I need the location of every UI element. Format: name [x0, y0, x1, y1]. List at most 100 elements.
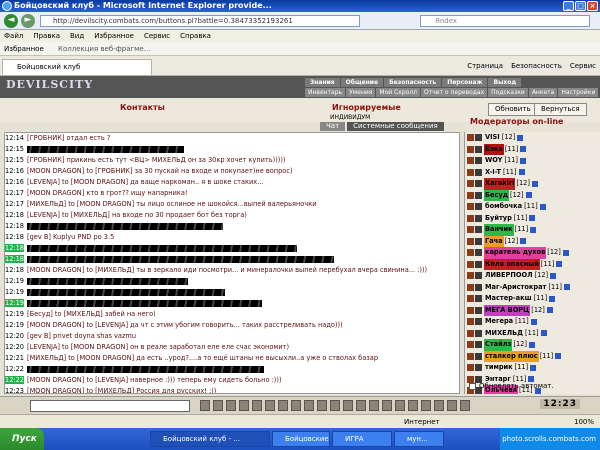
- user-name[interactable]: сталкер плюс: [484, 350, 539, 362]
- user-name[interactable]: Коля опасный: [484, 258, 540, 270]
- tool-icon[interactable]: [356, 400, 366, 411]
- info-icon[interactable]: [550, 272, 557, 279]
- back-button[interactable]: Вернуться: [534, 103, 587, 116]
- user-name[interactable]: Xarakiri: [484, 178, 516, 190]
- info-icon[interactable]: [546, 307, 553, 314]
- tools-menu[interactable]: Сервис: [570, 60, 596, 72]
- info-icon[interactable]: [530, 318, 537, 325]
- online-user[interactable]: Буйтур [11]: [465, 213, 600, 225]
- info-icon[interactable]: [520, 146, 527, 153]
- url-field[interactable]: http://devilscity.combats.com/buttons.pl…: [40, 15, 360, 27]
- task-game[interactable]: ИГРА: [332, 431, 392, 447]
- tool-icon[interactable]: [421, 400, 431, 411]
- online-user[interactable]: МЕГА ВОРЦ [12]: [465, 304, 600, 316]
- user-name[interactable]: Стайлз: [484, 339, 513, 351]
- online-user[interactable]: бомбочка [11]: [465, 201, 600, 213]
- user-name[interactable]: X-I-T: [484, 167, 502, 179]
- menu-tools[interactable]: Сервис: [144, 30, 170, 42]
- info-icon[interactable]: [519, 157, 526, 164]
- menu-favorites[interactable]: Избранное: [94, 30, 134, 42]
- online-user[interactable]: Стайлз [12]: [465, 339, 600, 351]
- user-name[interactable]: каратель духов: [484, 247, 547, 259]
- online-user[interactable]: VISI [12]: [465, 132, 600, 144]
- nav-knowledge[interactable]: Знания: [305, 78, 340, 87]
- chat-log[interactable]: 12:14 [ГРОБНИК] отдал есть ? 12:15 12:15 [ГР…: [4, 132, 460, 394]
- menu-file[interactable]: Файл: [4, 30, 23, 42]
- info-icon[interactable]: [556, 261, 563, 268]
- contacts-heading[interactable]: Контакты: [120, 103, 165, 112]
- nav-security[interactable]: Безопасность: [384, 78, 442, 87]
- info-icon[interactable]: [517, 134, 524, 141]
- info-icon[interactable]: [531, 180, 538, 187]
- info-icon[interactable]: [530, 364, 537, 371]
- tool-icon[interactable]: [252, 400, 262, 411]
- online-user[interactable]: Бесуд [12]: [465, 189, 600, 201]
- task-diaries[interactable]: Бойцовские дневник...: [272, 431, 330, 447]
- user-name[interactable]: Мегера: [484, 316, 514, 328]
- tool-icon[interactable]: [291, 400, 301, 411]
- online-user[interactable]: WOY [11]: [465, 155, 600, 167]
- tool-icon[interactable]: [330, 400, 340, 411]
- info-icon[interactable]: [528, 341, 535, 348]
- nav-communication[interactable]: Общение: [340, 78, 384, 87]
- tool-icon[interactable]: [369, 400, 379, 411]
- tool-icon[interactable]: [278, 400, 288, 411]
- info-icon[interactable]: [562, 249, 569, 256]
- info-icon[interactable]: [540, 330, 547, 337]
- online-user[interactable]: Xarakiri [12]: [465, 178, 600, 190]
- nav-exit[interactable]: Выход: [488, 78, 522, 87]
- nav-settings[interactable]: Настройки: [558, 88, 599, 97]
- user-name[interactable]: Маг-Аристократ: [484, 282, 547, 294]
- task-combats[interactable]: Бойцовский клуб - ...: [150, 431, 270, 447]
- nav-inventory[interactable]: Инвентарь: [305, 88, 346, 97]
- menu-edit[interactable]: Правка: [33, 30, 60, 42]
- online-user[interactable]: Бэка [11]: [465, 143, 600, 155]
- search-input[interactable]: Яndex: [420, 15, 590, 27]
- tool-icon[interactable]: [265, 400, 275, 411]
- user-name[interactable]: Бесуд: [484, 189, 510, 201]
- menu-help[interactable]: Справка: [180, 30, 211, 42]
- menu-view[interactable]: Вид: [70, 30, 84, 42]
- user-name[interactable]: WOY: [484, 155, 503, 167]
- close-icon[interactable]: ×: [587, 1, 598, 11]
- auto-update[interactable]: Обновлять автомат.: [469, 382, 554, 390]
- info-icon[interactable]: [518, 169, 525, 176]
- forward-arrow-icon[interactable]: ►: [21, 14, 35, 28]
- info-icon[interactable]: [549, 295, 556, 302]
- web-slice-gallery[interactable]: Коллекция веб-фрагме...: [58, 42, 150, 56]
- safety-menu[interactable]: Безопасность: [511, 60, 562, 72]
- maximize-icon[interactable]: □: [575, 1, 586, 11]
- nav-transfer-report[interactable]: Отчет о переводах: [421, 88, 488, 97]
- tool-icon[interactable]: [317, 400, 327, 411]
- user-name[interactable]: Бэка: [484, 143, 504, 155]
- online-user[interactable]: Коля опасный [11]: [465, 258, 600, 270]
- user-name[interactable]: Ванчик: [484, 224, 514, 236]
- tool-icon[interactable]: [213, 400, 223, 411]
- online-user[interactable]: сталкер плюс [11]: [465, 350, 600, 362]
- minimize-icon[interactable]: _: [563, 1, 574, 11]
- nav-my-scroll[interactable]: Мой Скролл: [376, 88, 421, 97]
- tool-icon[interactable]: [200, 400, 210, 411]
- online-user[interactable]: Гача [12]: [465, 235, 600, 247]
- online-user[interactable]: Мегера [11]: [465, 316, 600, 328]
- nav-hints[interactable]: Подсказки: [488, 88, 528, 97]
- message-input[interactable]: [30, 400, 190, 412]
- online-user[interactable]: Ванчик [11]: [465, 224, 600, 236]
- page-menu[interactable]: Страница: [467, 60, 503, 72]
- back-arrow-icon[interactable]: ◄: [4, 14, 18, 28]
- task-moon[interactable]: мун...: [394, 431, 444, 447]
- auto-update-checkbox[interactable]: [469, 382, 476, 390]
- tool-icon[interactable]: [460, 400, 470, 411]
- user-name[interactable]: бомбочка: [484, 201, 523, 213]
- online-user[interactable]: МИХЕЛЬД [11]: [465, 328, 600, 340]
- nav-profile[interactable]: Анкета: [528, 88, 558, 97]
- info-icon[interactable]: [520, 238, 527, 245]
- user-name[interactable]: МЕГА ВОРЦ: [484, 304, 531, 316]
- tool-icon[interactable]: [447, 400, 457, 411]
- favorites-button[interactable]: Избранное: [4, 42, 44, 56]
- tool-icon[interactable]: [434, 400, 444, 411]
- tool-icon[interactable]: [382, 400, 392, 411]
- tool-icon[interactable]: [226, 400, 236, 411]
- tab-system-messages[interactable]: Системные сообщения: [347, 122, 444, 131]
- browser-tab[interactable]: Бойцовский клуб: [2, 59, 152, 75]
